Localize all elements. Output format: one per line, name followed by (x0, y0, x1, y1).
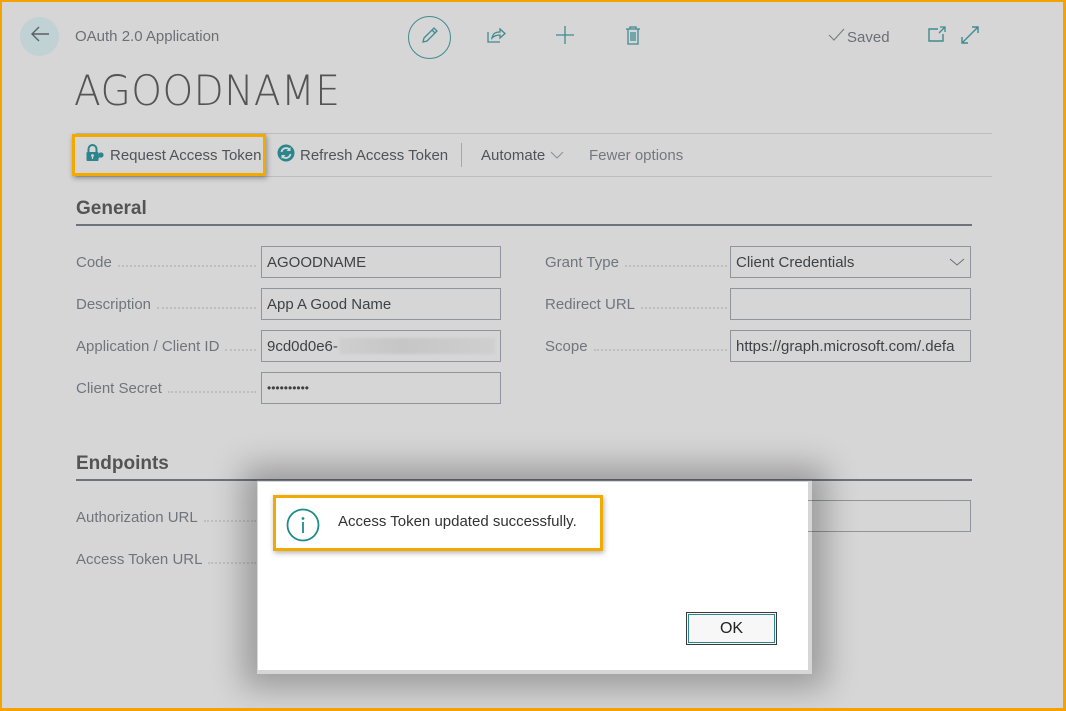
client-id-input[interactable]: 9cd0d0e6- (261, 330, 501, 362)
grant-type-value: Client Credentials (736, 253, 855, 271)
field-label-code: Code (76, 254, 256, 271)
field-label-client-id: Application / Client ID (76, 338, 256, 355)
ok-button[interactable]: OK (686, 612, 777, 645)
page-caption: OAuth 2.0 Application (75, 28, 220, 45)
record-toolbar (408, 16, 645, 59)
delete-icon (625, 25, 641, 50)
refresh-access-token-label: Refresh Access Token (300, 146, 449, 164)
edit-icon (420, 25, 440, 50)
field-label-authorization-url: Authorization URL (76, 509, 256, 526)
expand-button[interactable] (961, 26, 979, 49)
page-title: AGOODNAME (74, 66, 341, 115)
field-label-redirect-url: Redirect URL (545, 296, 727, 313)
share-icon (486, 26, 506, 49)
fewer-options-button[interactable]: Fewer options (589, 134, 683, 176)
expand-icon (961, 26, 979, 48)
field-label-access-token-url: Access Token URL (76, 551, 256, 568)
client-secret-input[interactable]: •••••••••• (261, 372, 501, 404)
refresh-icon (277, 144, 295, 166)
field-label-grant-type: Grant Type (545, 254, 727, 271)
field-label-scope: Scope (545, 338, 727, 355)
grant-type-select[interactable]: Client Credentials (730, 246, 971, 278)
back-arrow-icon (30, 26, 50, 47)
message-dialog: Access Token updated successfully. OK (258, 482, 808, 670)
edit-button[interactable] (408, 16, 451, 59)
checkmark-icon (828, 28, 845, 46)
save-status-text: Saved (847, 28, 890, 46)
section-endpoints-divider (76, 479, 972, 481)
request-access-token-action[interactable]: Request Access Token (85, 134, 261, 176)
open-new-window-button[interactable] (928, 26, 946, 49)
redirect-url-input[interactable] (730, 288, 971, 320)
page-frame: OAuth 2.0 Application AGOODNAME Saved Re… (2, 2, 1063, 708)
back-button[interactable] (20, 17, 59, 56)
request-access-token-label: Request Access Token (110, 146, 262, 164)
client-id-value: 9cd0d0e6- (267, 337, 338, 355)
highlight-message: Access Token updated successfully. (273, 495, 603, 551)
chevron-down-icon (550, 147, 564, 164)
dialog-message: Access Token updated successfully. (338, 513, 577, 530)
open-new-window-icon (928, 26, 946, 46)
code-input[interactable]: AGOODNAME (261, 246, 501, 278)
automate-menu[interactable]: Automate (481, 134, 564, 176)
redacted-blur (338, 338, 495, 354)
refresh-access-token-action[interactable]: Refresh Access Token (277, 134, 448, 176)
section-general-heading[interactable]: General (76, 198, 147, 220)
action-bar: Request Access Token Refresh Access Toke… (76, 133, 992, 177)
info-icon (286, 508, 320, 547)
section-general-divider (76, 224, 972, 226)
automate-label: Automate (481, 146, 546, 164)
description-input[interactable]: App A Good Name (261, 288, 501, 320)
save-status: Saved (828, 28, 890, 46)
lock-key-icon (85, 144, 105, 166)
window-controls (928, 26, 979, 49)
action-divider (461, 143, 462, 167)
field-label-client-secret: Client Secret (76, 380, 256, 397)
chevron-down-icon (949, 254, 965, 271)
field-label-description: Description (76, 296, 256, 313)
new-record-button[interactable] (553, 26, 577, 50)
share-button[interactable] (484, 26, 508, 50)
scope-input[interactable]: https://graph.microsoft.com/.defa (730, 330, 971, 362)
fewer-options-label: Fewer options (589, 146, 684, 164)
add-icon (555, 25, 575, 50)
section-endpoints-heading[interactable]: Endpoints (76, 453, 169, 475)
delete-button[interactable] (621, 26, 645, 50)
